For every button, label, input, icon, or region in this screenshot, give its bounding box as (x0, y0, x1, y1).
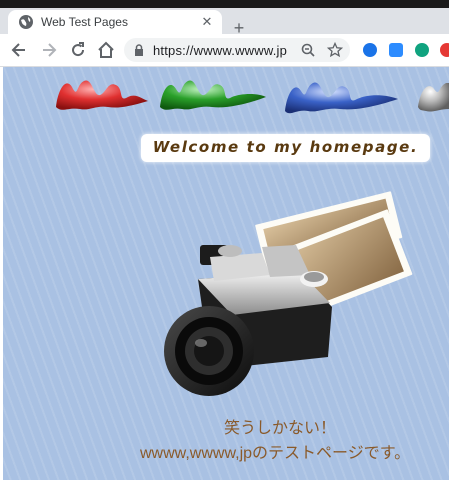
logo-w-gray (418, 83, 449, 112)
message-line-2: wwww,wwww,jpのテストページです。 (140, 445, 411, 462)
tab-title: Web Test Pages (41, 15, 128, 29)
address-bar[interactable]: https://wwww.wwww.jp (124, 38, 350, 62)
home-icon[interactable] (96, 40, 116, 60)
close-icon[interactable]: ✕ (199, 14, 215, 30)
browser-toolbar: https://wwww.wwww.jp (0, 34, 449, 67)
globe-icon (19, 15, 33, 29)
welcome-text: Welcome to my homepage. (152, 138, 419, 156)
reload-icon[interactable] (68, 40, 88, 60)
zoom-icon[interactable] (300, 42, 316, 58)
window-top-bar (0, 0, 449, 8)
forward-arrow-icon[interactable] (39, 40, 59, 60)
message-line-1: 笑うしかない！ (223, 420, 336, 437)
extension-zoom-icon[interactable] (389, 43, 403, 57)
logo-w-red (56, 80, 148, 110)
logo-w-green (160, 80, 266, 110)
tab-web-test-pages[interactable]: Web Test Pages ✕ (8, 10, 222, 34)
back-arrow-icon[interactable] (9, 40, 29, 60)
extension-flower-icon[interactable] (363, 43, 377, 57)
tab-strip: Web Test Pages ✕ + (0, 8, 449, 38)
bookmark-star-icon[interactable] (327, 42, 343, 58)
logo-w-blue (285, 82, 398, 114)
extension-red-icon[interactable] (440, 43, 449, 57)
page-content: Welcome to my homepage. 笑うしかない！ wwww,www… (0, 67, 449, 480)
lock-icon (135, 44, 143, 56)
welcome-banner: Welcome to my homepage. (141, 134, 430, 162)
url-text: https://wwww.wwww.jp (153, 43, 288, 58)
extension-a-icon[interactable] (415, 43, 429, 57)
